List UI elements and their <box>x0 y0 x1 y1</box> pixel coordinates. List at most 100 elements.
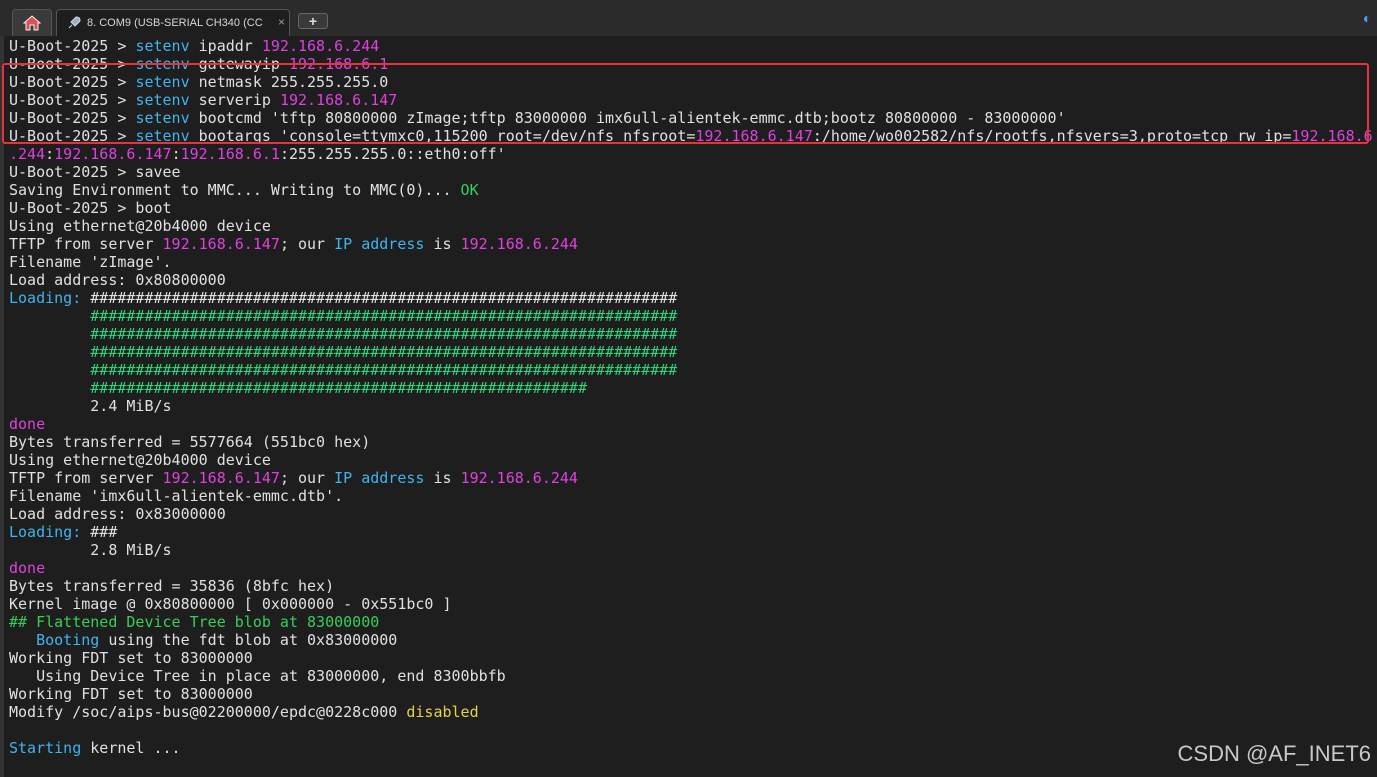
terminal-text: ## Flattened Device Tree blob at 8300000… <box>9 613 380 631</box>
terminal-text: Filename 'zImage'. <box>9 253 172 271</box>
terminal-text: 192.168.6.1 <box>180 145 280 163</box>
terminal-text: 192.168.6.147 <box>162 469 280 487</box>
terminal-line: Saving Environment to MMC... Writing to … <box>9 181 479 199</box>
terminal-line: U-Boot-2025 > setenv bootargs 'console=t… <box>9 127 1373 145</box>
terminal-text: .244 <box>9 145 46 163</box>
terminal-text: ########################################… <box>90 379 587 397</box>
terminal-text: is <box>424 469 461 487</box>
terminal-line: U-Boot-2025 > boot <box>9 199 172 217</box>
terminal-text: setenv <box>135 127 190 145</box>
terminal-text: ########################################… <box>90 289 678 307</box>
terminal-text: Filename 'imx6ull-alientek-emmc.dtb'. <box>9 487 344 505</box>
terminal-text: Booting <box>36 631 100 649</box>
menu-icon[interactable]: ◐ <box>1363 10 1377 26</box>
terminal-text: ; our <box>279 469 335 487</box>
terminal-line: U-Boot-2025 > setenv netmask 255.255.255… <box>9 73 388 91</box>
home-icon <box>23 15 41 31</box>
terminal-text: Loading: <box>9 523 91 541</box>
terminal-line: Filename 'zImage'. <box>9 253 172 271</box>
terminal-line: Filename 'imx6ull-alientek-emmc.dtb'. <box>9 487 343 505</box>
terminal-text: 192.168.6.147 <box>279 91 398 109</box>
terminal-line: TFTP from server 192.168.6.147; our IP a… <box>9 469 578 487</box>
terminal-text: 192.168.6.1 <box>288 55 389 73</box>
terminal-line: Modify /soc/aips-bus@02200000/epdc@0228c… <box>9 703 479 721</box>
terminal-line: Starting kernel ... <box>9 739 181 757</box>
terminal-line: Load address: 0x83000000 <box>9 505 226 523</box>
terminal-text: ipaddr <box>189 37 262 55</box>
terminal-line: Using Device Tree in place at 83000000, … <box>9 667 506 685</box>
tab-label: 8. COM9 (USB-SERIAL CH340 (CC <box>87 17 263 29</box>
terminal-text: setenv <box>135 91 190 109</box>
terminal-text: serverip <box>189 91 280 109</box>
terminal-text: ########################################… <box>90 325 678 343</box>
terminal-line: ########################################… <box>9 361 677 379</box>
terminal-line: 2.8 MiB/s <box>9 541 172 559</box>
terminal-text: netmask 255.255.255.0 <box>189 73 389 91</box>
terminal-line: 2.4 MiB/s <box>9 397 171 415</box>
terminal-text: IP address <box>334 235 425 253</box>
terminal-text: ; our <box>279 235 335 253</box>
terminal-text: U-Boot-2025 > <box>9 91 136 109</box>
terminal-text: Using ethernet@20b4000 device <box>9 217 271 235</box>
terminal-line: done <box>9 415 45 433</box>
terminal-line: Loading: ### <box>9 523 117 541</box>
terminal-line: U-Boot-2025 > setenv bootcmd 'tftp 80800… <box>9 109 1066 127</box>
terminal-line: .244:192.168.6.147:192.168.6.1:255.255.2… <box>9 145 506 163</box>
terminal-text: bootargs 'console=ttymxc0,115200 root=/d… <box>189 127 696 145</box>
terminal-line: ## Flattened Device Tree blob at 8300000… <box>9 613 379 631</box>
terminal-line: Bytes transferred = 5577664 (551bc0 hex) <box>9 433 370 451</box>
terminal-text: 192.168.6.244 <box>460 235 578 253</box>
terminal-text: ########################################… <box>90 343 678 361</box>
terminal-text: ########################################… <box>90 307 678 325</box>
terminal-line: U-Boot-2025 > savee <box>9 163 181 181</box>
watermark: CSDN @AF_INET6 <box>1177 741 1371 766</box>
terminal-line: Load address: 0x80800000 <box>9 271 226 289</box>
terminal-line: ########################################… <box>9 307 677 325</box>
terminal-text: Using Device Tree in place at 83000000, … <box>9 667 506 685</box>
terminal-text: Bytes transferred = 35836 (8bfc hex) <box>9 577 335 595</box>
terminal-text: Kernel image @ 0x80800000 [ 0x000000 - 0… <box>9 595 452 613</box>
terminal-text: setenv <box>135 55 190 73</box>
terminal-text: ### <box>90 523 118 541</box>
terminal-line: Bytes transferred = 35836 (8bfc hex) <box>9 577 334 595</box>
close-icon[interactable]: × <box>278 15 285 29</box>
terminal-line: Working FDT set to 83000000 <box>9 649 253 667</box>
terminal-text: U-Boot-2025 > <box>9 55 136 73</box>
terminal-text: setenv <box>135 73 190 91</box>
tab-bar: 8. COM9 (USB-SERIAL CH340 (CC × + ◐ <box>0 0 1377 37</box>
terminal-text: OK <box>460 181 479 199</box>
terminal-line: Using ethernet@20b4000 device <box>9 217 271 235</box>
terminal-text: 192.168.6.244 <box>261 37 380 55</box>
terminal-text: U-Boot-2025 > boot <box>9 199 172 217</box>
new-tab-button[interactable]: + <box>298 13 328 29</box>
terminal-output[interactable]: U-Boot-2025 > setenv ipaddr 192.168.6.24… <box>0 36 1377 777</box>
terminal-text: Starting <box>9 739 82 757</box>
home-tab[interactable] <box>12 9 52 36</box>
terminal-text: done <box>9 415 46 433</box>
terminal-text: : <box>171 145 181 163</box>
terminal-line: Kernel image @ 0x80800000 [ 0x000000 - 0… <box>9 595 452 613</box>
terminal-text: 192.168.6.147 <box>54 145 172 163</box>
tab-com9[interactable]: 8. COM9 (USB-SERIAL CH340 (CC × <box>56 9 290 36</box>
terminal-text: Modify /soc/aips-bus@02200000/epdc@0228c… <box>9 703 407 721</box>
terminal-text: 2.8 MiB/s <box>9 541 172 559</box>
terminal-text: using the fdt blob at 0x83000000 <box>99 631 398 649</box>
terminal-text: Working FDT set to 83000000 <box>9 649 253 667</box>
terminal-text: : <box>45 145 55 163</box>
terminal-line: U-Boot-2025 > setenv ipaddr 192.168.6.24… <box>9 37 379 55</box>
terminal-text: disabled <box>406 703 479 721</box>
terminal-text: setenv <box>135 109 190 127</box>
terminal-text: :/home/wo002582/nfs/rootfs,nfsvers=3,pro… <box>812 127 1292 145</box>
terminal-text: setenv <box>135 37 190 55</box>
terminal-text: ########################################… <box>90 361 678 379</box>
terminal-line: Booting using the fdt blob at 0x83000000 <box>9 631 397 649</box>
terminal-line: Using ethernet@20b4000 device <box>9 451 271 469</box>
terminal-text: Using ethernet@20b4000 device <box>9 451 271 469</box>
terminal-line: ########################################… <box>9 343 677 361</box>
terminal-text: Load address: 0x83000000 <box>9 505 226 523</box>
terminal-text: U-Boot-2025 > <box>9 127 136 145</box>
terminal-text: done <box>9 559 46 577</box>
